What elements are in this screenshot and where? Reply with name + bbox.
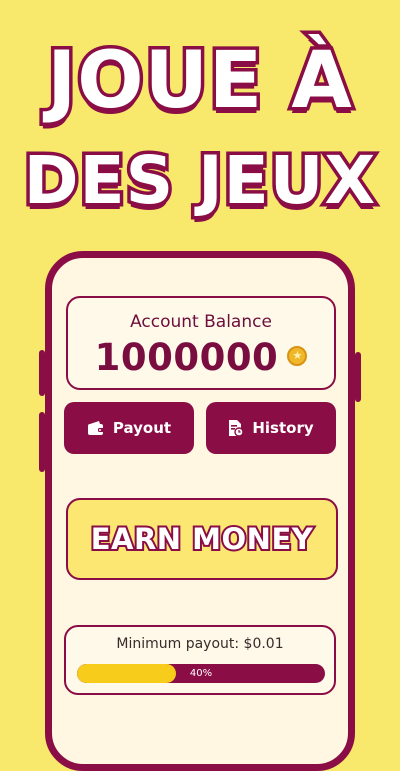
balance-card: Account Balance 1000000 ★: [66, 296, 336, 390]
headline-line-2: DES JEUX: [20, 139, 379, 223]
minimum-payout-card: Minimum payout: $0.01 40%: [64, 625, 336, 695]
history-button-label: History: [252, 419, 314, 437]
wallet-icon: [87, 420, 105, 436]
balance-value: 1000000: [94, 336, 279, 379]
payout-progress-text: 40%: [189, 668, 213, 679]
document-clock-icon: [228, 419, 245, 437]
balance-label: Account Balance: [130, 312, 272, 332]
minimum-payout-label: Minimum payout: $0.01: [116, 636, 284, 652]
earn-money-button[interactable]: EARN MONEY: [66, 498, 338, 580]
history-button[interactable]: History: [206, 402, 336, 454]
headline-line-1: JOUE À: [44, 33, 355, 130]
payout-progress-bar: 40%: [77, 664, 325, 683]
payout-button[interactable]: Payout: [64, 402, 194, 454]
coin-icon: ★: [287, 345, 308, 366]
balance-row: 1000000 ★: [68, 336, 334, 379]
earn-money-label: EARN MONEY: [89, 520, 315, 558]
payout-button-label: Payout: [112, 419, 172, 437]
phone-side-button-right: [355, 352, 361, 402]
